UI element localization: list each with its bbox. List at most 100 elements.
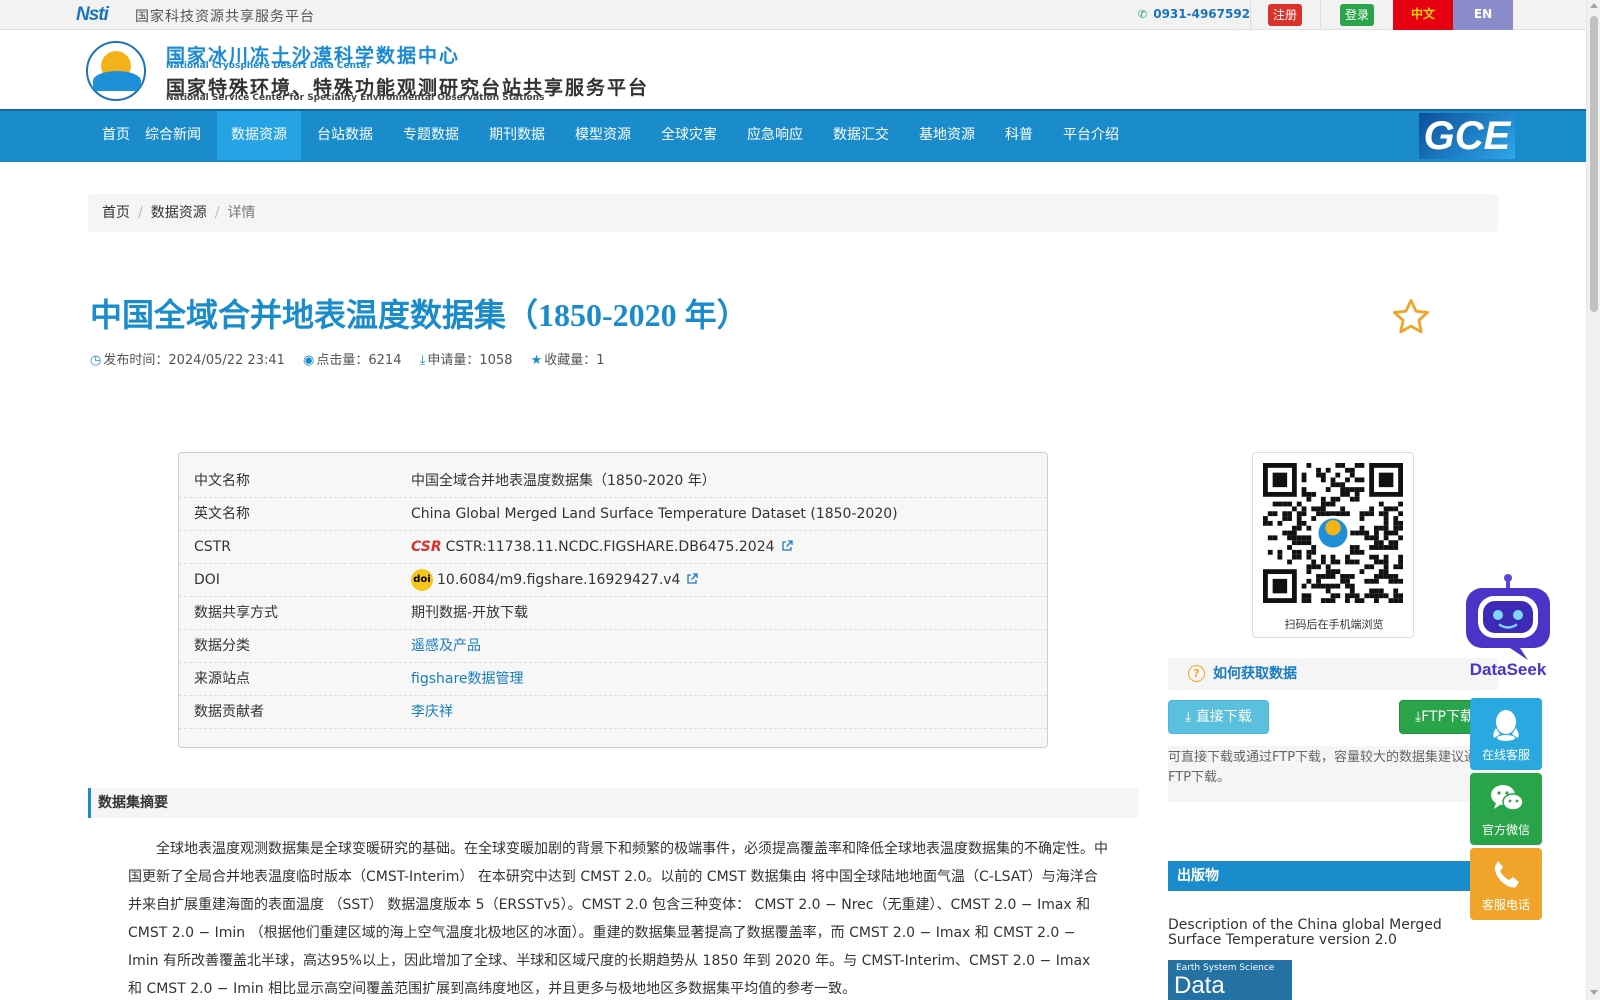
views-label: 点击量：	[316, 353, 369, 368]
info-link-contributor[interactable]: 李庆祥	[411, 696, 453, 729]
scroll-up-arrow-icon[interactable]	[1590, 3, 1598, 8]
info-row-doi: DOI doi 10.6084/m9.figshare.16929427.v4	[179, 564, 1047, 597]
eye-icon: ◉	[303, 353, 315, 368]
nav-item-model-resources[interactable]: 模型资源	[561, 111, 645, 160]
info-value-doi: doi 10.6084/m9.figshare.16929427.v4	[411, 564, 699, 597]
nav-item-base-resources[interactable]: 基地资源	[905, 111, 989, 160]
register-button[interactable]: 注册	[1268, 4, 1303, 26]
publications-heading: 出版物	[1168, 861, 1498, 891]
qr-caption: 扫码后在手机端浏览	[1284, 618, 1384, 631]
dataset-title: 中国全域合并地表温度数据集（1850-2020 年）	[90, 297, 749, 333]
breadcrumb-data-resources[interactable]: 数据资源	[151, 205, 207, 221]
online-service-label: 在线客服	[1481, 748, 1530, 762]
info-label: 中文名称	[194, 473, 250, 489]
phone-handset-icon	[1494, 861, 1519, 888]
info-label: 来源站点	[194, 671, 250, 687]
scroll-down-arrow-icon[interactable]	[1590, 990, 1598, 995]
nav-item-science[interactable]: 科普	[991, 111, 1047, 160]
top-divider	[1320, 0, 1321, 30]
online-service-button[interactable]: 在线客服	[1470, 698, 1542, 770]
nav-item-thematic-data[interactable]: 专题数据	[389, 111, 473, 160]
publication-cover-image[interactable]: Earth System Science Data	[1168, 960, 1292, 1000]
publish-label: 发布时间：	[103, 353, 169, 368]
breadcrumb-home[interactable]: 首页	[102, 205, 130, 221]
publication-title[interactable]: Description of the China global Merged S…	[1168, 918, 1478, 948]
meta-publish-time: ◷ 发布时间：2024/05/22 23:41	[90, 349, 285, 368]
lang-en-button[interactable]: EN	[1453, 0, 1513, 30]
question-icon: ?	[1188, 665, 1205, 682]
login-button[interactable]: 登录	[1340, 4, 1375, 26]
external-link-icon[interactable]	[686, 573, 699, 585]
phone-number: ✆ 0931-4967592	[1138, 7, 1250, 21]
info-link-category[interactable]: 遥感及产品	[411, 630, 481, 663]
favorite-star-icon[interactable]	[1390, 296, 1432, 338]
page-scrollbar[interactable]	[1586, 0, 1600, 1000]
direct-download-button[interactable]: ⤓ 直接下载	[1168, 700, 1269, 734]
dataset-meta: ◷ 发布时间：2024/05/22 23:41 ◉ 点击量：6214 ⤓ 申请量：10…	[90, 349, 619, 368]
info-label: 数据共享方式	[194, 605, 278, 621]
download-icon: ⤓	[1185, 709, 1196, 725]
nav-item-about[interactable]: 平台介绍	[1049, 111, 1133, 160]
emblem-wave	[93, 71, 141, 91]
info-value-en-name: China Global Merged Land Surface Tempera…	[411, 506, 898, 522]
wechat-label: 官方微信	[1481, 823, 1530, 837]
platform-name[interactable]: 国家科技资源共享服务平台	[135, 6, 315, 26]
cstr-text: CSTR:11738.11.NCDC.FIGSHARE.DB6475.2024	[445, 539, 775, 555]
favorites-count: 1	[596, 353, 605, 368]
breadcrumb-current: 详情	[227, 205, 256, 221]
wechat-button[interactable]: 官方微信	[1470, 773, 1542, 845]
top-divider	[1250, 0, 1251, 30]
how-to-get-data-heading: ? 如何获取数据	[1168, 658, 1498, 690]
doi-text: 10.6084/m9.figshare.16929427.v4	[437, 572, 681, 588]
ftp-download-label: FTP下载	[1421, 709, 1475, 725]
info-link-source[interactable]: figshare数据管理	[411, 663, 524, 696]
qr-code-panel: 扫码后在手机端浏览	[1252, 452, 1414, 638]
nav-item-global-disasters[interactable]: 全球灾害	[647, 111, 731, 160]
abstract-text: 全球地表温度观测数据集是全球变暖研究的基础。在全球变暖加剧的背景下和频繁的极端事…	[128, 841, 1108, 997]
abstract-heading: 数据集摘要	[88, 788, 1138, 818]
phone-service-button[interactable]: 客服电话	[1470, 848, 1542, 920]
favorites-label: 收藏量：	[544, 353, 597, 368]
info-row-category: 数据分类 遥感及产品	[179, 630, 1047, 663]
info-row-cstr: CSTR CSR CSTR:11738.11.NCDC.FIGSHARE.DB64…	[179, 531, 1047, 564]
info-row-en-name: 英文名称 China Global Merged Land Surface Te…	[179, 498, 1047, 531]
nav-item-station-data[interactable]: 台站数据	[303, 111, 387, 160]
requests-label: 申请量：	[427, 353, 480, 368]
phone-service-label: 客服电话	[1481, 898, 1530, 912]
info-row-contributor: 数据贡献者 李庆祥	[179, 696, 1047, 729]
info-label: CSTR	[194, 539, 231, 555]
top-bar: Nsti 国家科技资源共享服务平台 ✆ 0931-4967592 注册 登录 中文…	[0, 0, 1586, 30]
meta-views: ◉ 点击量：6214	[303, 349, 401, 368]
how-heading-text: 如何获取数据	[1213, 666, 1297, 682]
dataseek-assistant[interactable]: DataSeek	[1462, 570, 1554, 680]
center-emblem-logo[interactable]	[86, 41, 146, 101]
wechat-icon	[1491, 785, 1524, 811]
robot-assistant-icon	[1466, 574, 1550, 660]
info-label: 数据分类	[194, 638, 250, 654]
dataseek-label: DataSeek	[1469, 660, 1547, 679]
center-name-en: National Cryosphere Desert Data Center	[166, 61, 371, 71]
cstr-logo-icon: CSR	[411, 539, 442, 555]
gce-logo[interactable]: GCE	[1419, 113, 1515, 159]
nav-item-data-resources[interactable]: 数据资源	[217, 111, 301, 160]
nav-item-data-submission[interactable]: 数据汇交	[819, 111, 903, 160]
info-row-share: 数据共享方式 期刊数据-开放下载	[179, 597, 1047, 630]
nav-item-news[interactable]: 综合新闻	[131, 111, 215, 160]
external-link-icon[interactable]	[781, 540, 793, 552]
scroll-thumb[interactable]	[1590, 16, 1598, 312]
info-value-cn-name: 中国全域合并地表温度数据集（1850-2020 年）	[411, 473, 716, 489]
page: Nsti 国家科技资源共享服务平台 ✆ 0931-4967592 注册 登录 中文…	[0, 0, 1600, 1000]
dataset-info-table: 中文名称 中国全域合并地表温度数据集（1850-2020 年） 英文名称 Chi…	[178, 452, 1048, 748]
lang-zh-button[interactable]: 中文	[1393, 0, 1453, 30]
nsti-logo[interactable]: Nsti	[76, 4, 109, 26]
info-row-source: 来源站点 figshare数据管理	[179, 663, 1047, 696]
qq-penguin-icon	[1493, 710, 1519, 741]
info-value-cstr: CSR CSTR:11738.11.NCDC.FIGSHARE.DB6475.20…	[411, 531, 793, 564]
info-label: 英文名称	[194, 506, 250, 522]
essd-cover-data: Data	[1174, 972, 1225, 999]
phone-text: 0931-4967592	[1153, 7, 1251, 21]
info-label: 数据贡献者	[194, 704, 264, 720]
nav-item-journal-data[interactable]: 期刊数据	[475, 111, 559, 160]
breadcrumb: 首页 / 数据资源 / 详情	[88, 194, 1498, 232]
nav-item-emergency[interactable]: 应急响应	[733, 111, 817, 160]
